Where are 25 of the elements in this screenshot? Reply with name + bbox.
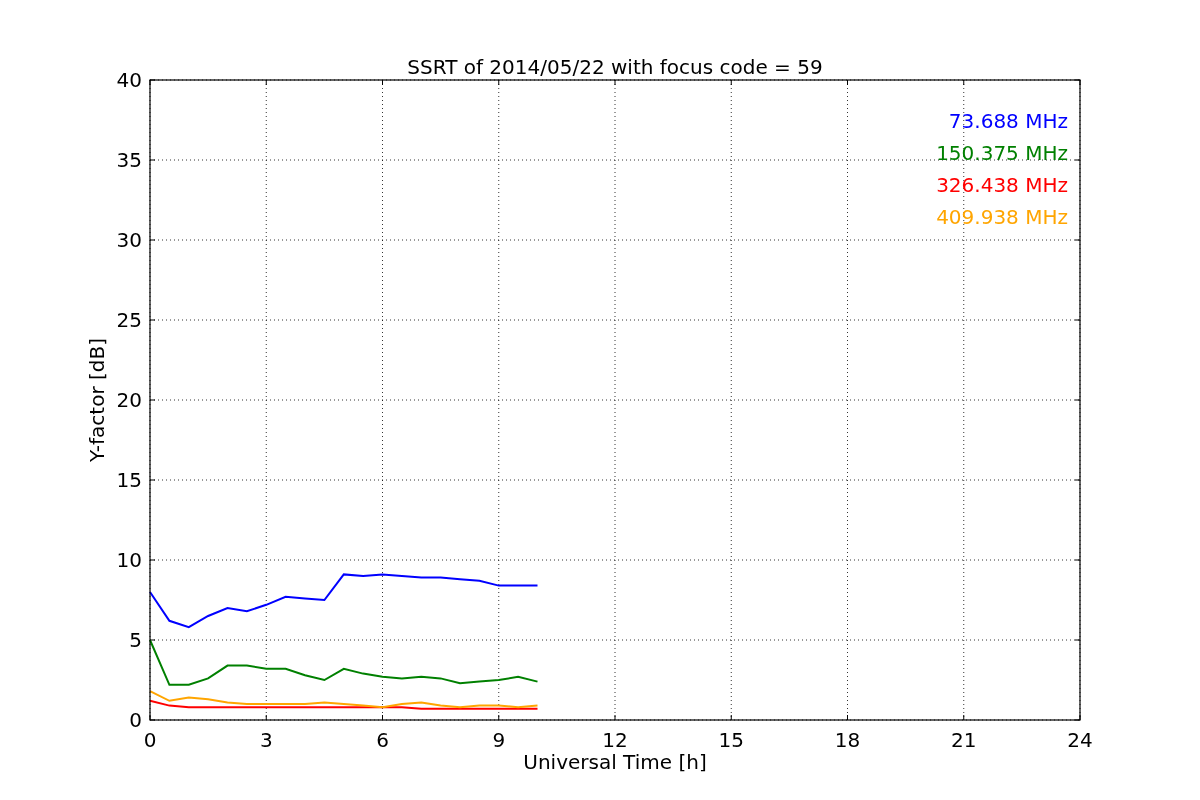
- y-tick-label: 20: [116, 388, 142, 412]
- y-tick-label: 10: [116, 548, 142, 572]
- x-tick-label: 21: [951, 728, 977, 752]
- legend-label: 326.438 MHz: [936, 173, 1068, 197]
- legend-label: 73.688 MHz: [948, 109, 1068, 133]
- y-tick-label: 25: [116, 308, 142, 332]
- y-tick-label: 30: [116, 228, 142, 252]
- x-axis-label: Universal Time [h]: [523, 750, 707, 774]
- y-tick-label: 35: [116, 148, 142, 172]
- y-tick-label: 15: [116, 468, 142, 492]
- x-tick-label: 12: [602, 728, 628, 752]
- x-tick-label: 18: [834, 728, 861, 752]
- y-tick-label: 5: [129, 628, 142, 652]
- x-tick-label: 24: [1067, 728, 1093, 752]
- chart-title: SSRT of 2014/05/22 with focus code = 59: [407, 55, 823, 79]
- legend-label: 150.375 MHz: [936, 141, 1068, 165]
- y-tick-label: 0: [129, 708, 142, 732]
- x-tick-label: 3: [259, 728, 273, 752]
- y-tick-label: 40: [116, 68, 142, 92]
- legend-label: 409.938 MHz: [936, 205, 1068, 229]
- x-tick-label: 15: [718, 728, 744, 752]
- y-axis-label: Y-factor [dB]: [85, 338, 109, 462]
- x-tick-label: 9: [492, 728, 506, 752]
- x-tick-label: 6: [376, 728, 389, 752]
- x-tick-label: 0: [143, 728, 157, 752]
